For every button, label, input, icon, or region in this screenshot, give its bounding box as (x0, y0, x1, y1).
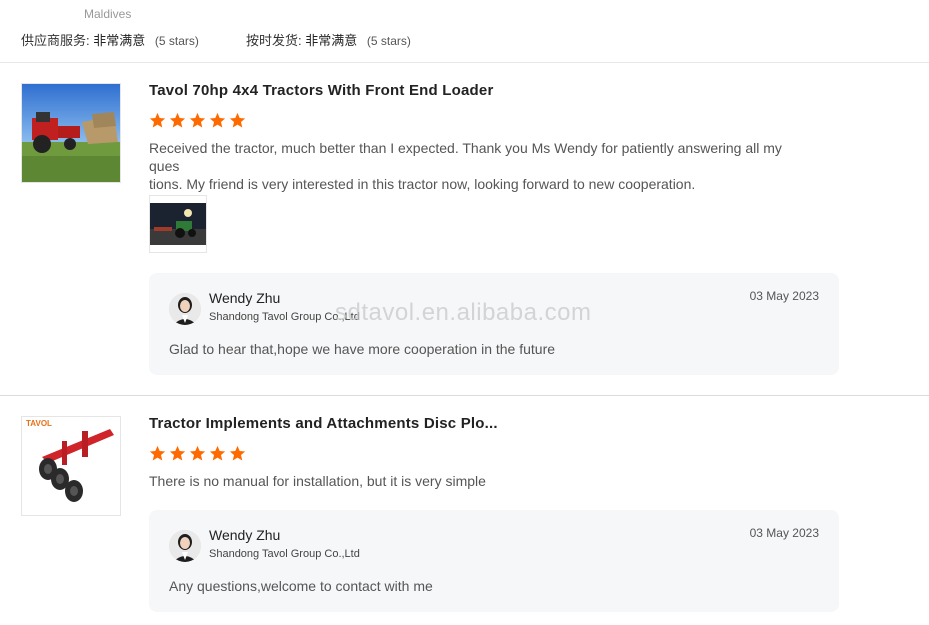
star-icon (169, 112, 186, 128)
replier-name: Wendy Zhu (209, 290, 281, 306)
star-icon (189, 112, 206, 128)
star-icon (229, 112, 246, 128)
buyer-country: Maldives (84, 7, 132, 21)
review-comment: There is no manual for installation, but… (149, 472, 809, 490)
star-icon (149, 445, 166, 461)
star-icon (209, 445, 226, 461)
review-comment-line: Received the tractor, much better than I… (149, 140, 782, 174)
star-icon (189, 445, 206, 461)
review-item: TAVOL Tractor Implements and Attachments… (0, 396, 929, 625)
seller-reply: Wendy Zhu Shandong Tavol Group Co.,Ltd 0… (149, 273, 839, 375)
thumb-logo-text: TAVOL (26, 419, 52, 428)
replier-name: Wendy Zhu (209, 527, 281, 543)
star-rating (149, 445, 246, 462)
replier-company: Shandong Tavol Group Co.,Ltd (209, 548, 360, 560)
reply-date: 03 May 2023 (749, 289, 819, 303)
person-avatar-icon (169, 293, 201, 325)
star-icon (169, 445, 186, 461)
seller-reply: Wendy Zhu Shandong Tavol Group Co.,Ltd 0… (149, 510, 839, 612)
tractor-photo-image (22, 84, 120, 182)
supplier-service-value: 非常满意 (93, 33, 146, 48)
product-thumbnail[interactable]: TAVOL (21, 416, 121, 516)
star-icon (229, 445, 246, 461)
star-icon (149, 112, 166, 128)
avatar (169, 530, 201, 562)
avatar (169, 293, 201, 325)
supplier-service-rating: 供应商服务: 非常满意 (5 stars) (21, 30, 199, 49)
review-item: Tavol 70hp 4x4 Tractors With Front End L… (0, 63, 929, 396)
product-title[interactable]: Tractor Implements and Attachments Disc … (149, 415, 498, 432)
supplier-rating-header: Maldives 供应商服务: 非常满意 (5 stars) 按时发货: 非常满… (0, 0, 929, 63)
reply-date: 03 May 2023 (749, 526, 819, 540)
supplier-service-stars: (5 stars) (154, 34, 199, 48)
product-title[interactable]: Tavol 70hp 4x4 Tractors With Front End L… (149, 82, 493, 99)
on-time-shipment-stars: (5 stars) (366, 34, 411, 48)
star-icon (209, 112, 226, 128)
tractor-night-photo-image (150, 203, 206, 245)
supplier-service-label: 供应商服务: (21, 33, 90, 48)
replier-company: Shandong Tavol Group Co.,Ltd (209, 311, 360, 323)
review-comment-line: There is no manual for installation, but… (149, 473, 486, 489)
person-avatar-icon (169, 530, 201, 562)
reply-text: Glad to hear that,hope we have more coop… (169, 341, 556, 357)
product-thumbnail[interactable] (21, 83, 121, 183)
star-rating (149, 112, 246, 129)
review-attachment-image[interactable] (149, 195, 207, 253)
on-time-shipment-label: 按时发货: (246, 33, 302, 48)
on-time-shipment-value: 非常满意 (305, 33, 358, 48)
review-comment-line: tions. My friend is very interested in t… (149, 176, 696, 192)
review-comment: Received the tractor, much better than I… (149, 139, 809, 193)
reply-text: Any questions,welcome to contact with me (169, 578, 433, 594)
disc-plough-image: TAVOL (22, 417, 120, 515)
on-time-shipment-rating: 按时发货: 非常满意 (5 stars) (246, 30, 411, 49)
